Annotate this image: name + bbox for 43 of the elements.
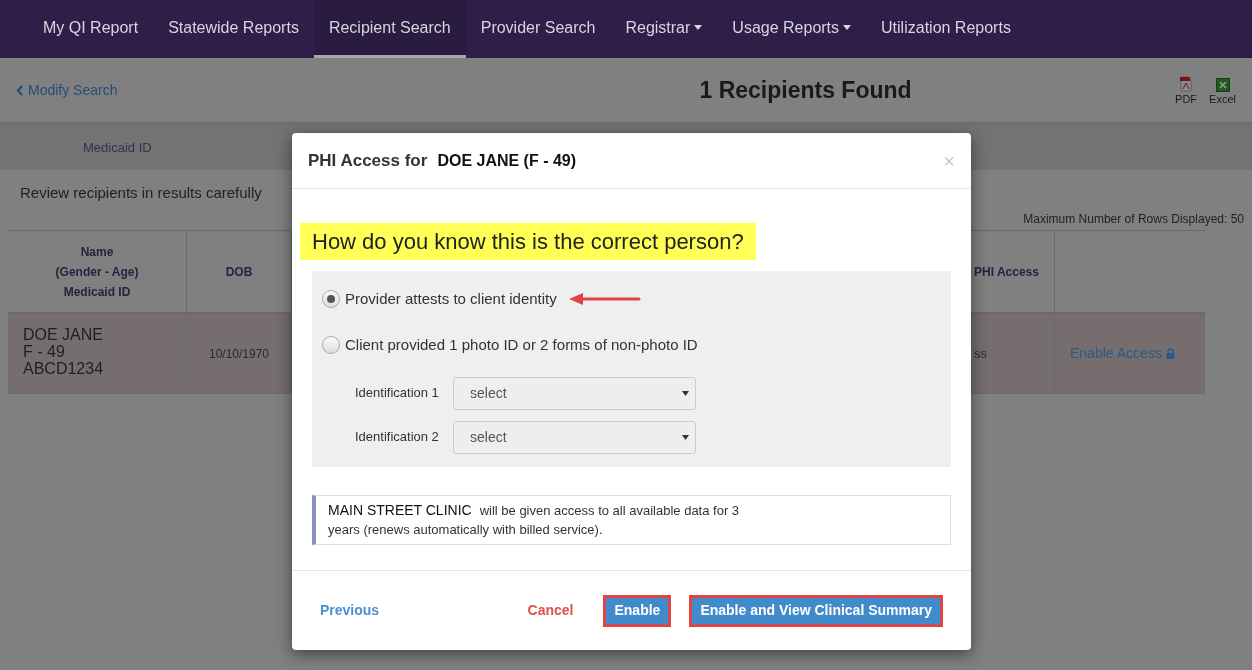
column-header: PHI Access (973, 263, 1039, 281)
export-button[interactable]: Excel (1209, 77, 1236, 105)
cancel-link[interactable]: Cancel (527, 600, 574, 621)
spreadsheet-icon (1215, 77, 1230, 92)
column-header: Name (Gender - Age) Medicaid ID (55, 243, 139, 301)
radio-option[interactable]: Client provided 1 photo ID or 2 forms of non-photo ID (322, 333, 698, 357)
nav-tab[interactable]: Registrar (610, 0, 718, 58)
pdf-file-icon (1178, 75, 1195, 92)
radio-option[interactable]: Provider attests to client identity (322, 287, 557, 311)
field-label: Identification 2 (355, 428, 440, 447)
column-header: DOB (225, 263, 253, 281)
recipient-name-cell-text: DOE JANE F - 49 ABCD1234 (23, 326, 105, 377)
chevron-left-icon (16, 84, 24, 96)
filter-label: Medicaid ID (83, 138, 152, 157)
page-title: 1 Recipients Found (699, 75, 912, 105)
dialog-title: PHI Access for DOE JANE (F - 49) (308, 149, 578, 172)
phi-access-cell-text: ss (974, 344, 987, 363)
nav-tab[interactable]: My QI Report (28, 0, 154, 58)
nav-tab[interactable]: Recipient Search (313, 0, 466, 58)
previous-link[interactable]: Previous (320, 600, 528, 621)
access-notice: MAIN STREET CLINIC will be given access to all available data for 3 years (renews automatically with billed service). (328, 501, 741, 539)
lock-icon (1165, 348, 1175, 359)
select-field[interactable]: select (453, 376, 696, 410)
enable-button[interactable]: Enable (603, 594, 672, 627)
nav-tab[interactable]: Provider Search (465, 0, 611, 58)
caret-icon (682, 434, 689, 440)
radio-button[interactable] (322, 290, 340, 308)
enable-button[interactable]: Enable and View Clinical Summary (689, 594, 943, 627)
dob-cell-text: 10/10/1970 (208, 345, 270, 363)
caret-icon (694, 25, 703, 30)
nav-tab[interactable]: Usage Reports (717, 0, 867, 58)
nav-tab[interactable]: Statewide Reports (153, 0, 314, 58)
select-field[interactable]: select (453, 420, 696, 454)
radio-button[interactable] (322, 336, 340, 354)
caret-icon (682, 390, 689, 396)
export-button[interactable]: PDF (1175, 75, 1198, 105)
arrow-icon (568, 293, 641, 305)
nav-tab[interactable]: Utilization Reports (866, 0, 1026, 58)
notice-text: Review recipients in results carefully (20, 182, 262, 203)
max-rows-text: Maximum Number of Rows Displayed: 50 (1023, 211, 1244, 228)
question-heading: How do you know this is the correct person? (300, 223, 756, 260)
field-label: Identification 1 (355, 384, 440, 403)
caret-icon (843, 25, 852, 30)
